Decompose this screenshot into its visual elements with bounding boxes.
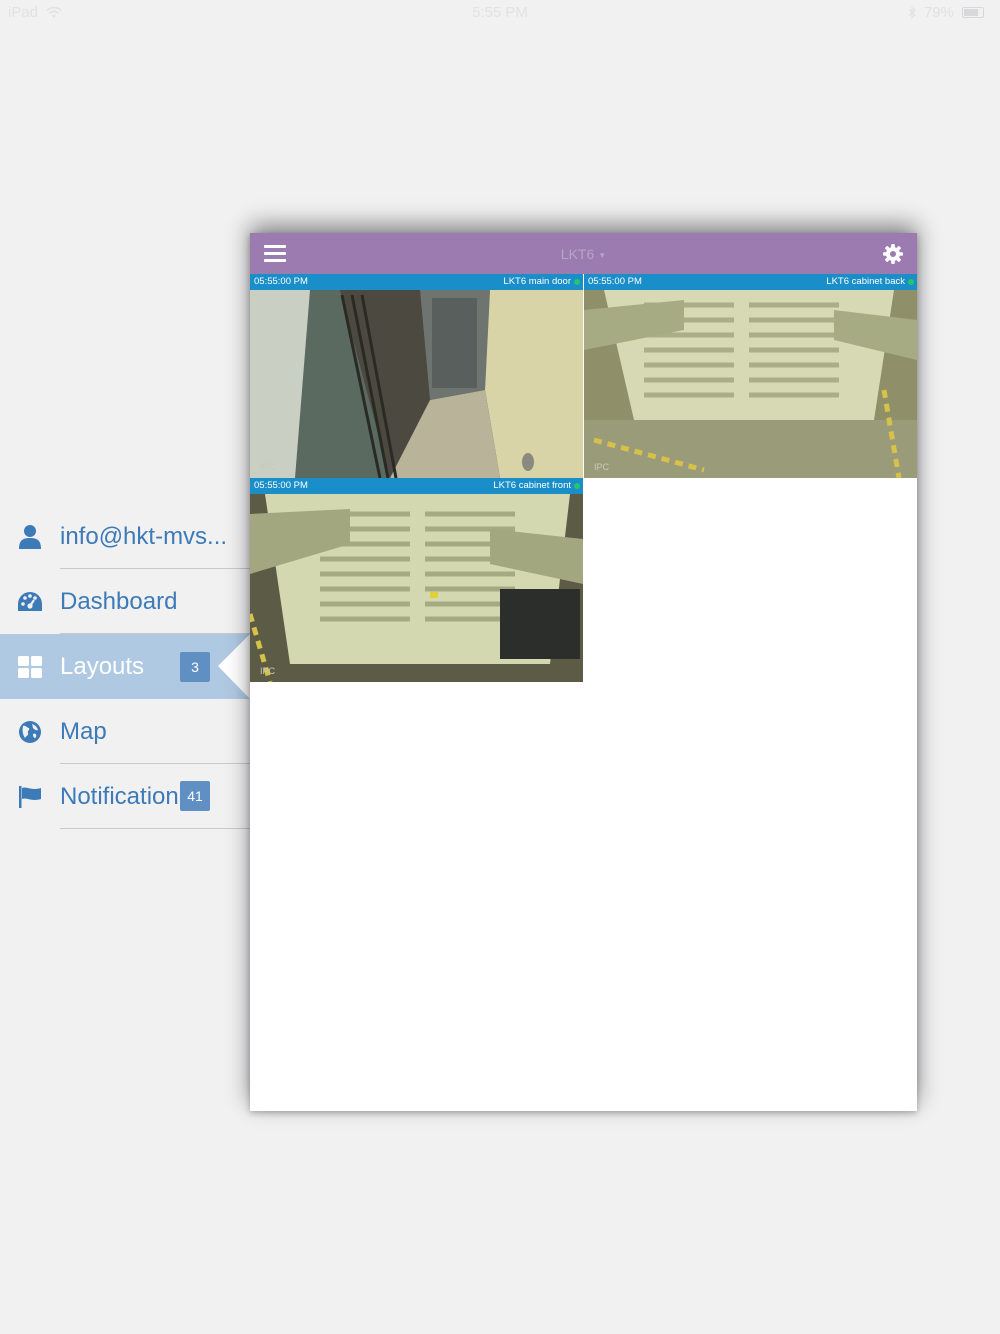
dashboard-icon (17, 589, 43, 615)
camera-video-feed (250, 494, 583, 682)
camera-name: LKT6 cabinet back (826, 276, 905, 287)
camera-overlay-label: IPC (260, 462, 276, 472)
panel-header: LKT6 ▼ (250, 233, 917, 274)
menu-item-label: Dashboard (60, 587, 178, 615)
camera-name: LKT6 cabinet front (493, 480, 571, 491)
menu-item-label: Notification (60, 782, 179, 810)
flag-icon (17, 784, 43, 810)
menu-item-dashboard[interactable]: Dashboard (0, 569, 250, 634)
camera-overlay-label: IPC (260, 666, 276, 676)
menu-item-map[interactable]: Map (0, 699, 250, 764)
online-status-dot (908, 279, 914, 285)
user-icon (17, 524, 43, 550)
menu-item-notification[interactable]: Notification 41 (0, 764, 250, 829)
online-status-dot (574, 279, 580, 285)
camera-overlay-label: IPC (594, 462, 610, 472)
status-time: 5:55 PM (472, 4, 528, 21)
camera-tile-main-door[interactable]: 05:55:00 PM LKT6 main door IPC (250, 274, 583, 478)
menu-divider (60, 828, 250, 829)
camera-video-feed (584, 290, 917, 478)
camera-video-feed (250, 290, 583, 478)
camera-tile-cabinet-front[interactable]: 05:55:00 PM LKT6 cabinet front IPC (250, 478, 583, 682)
side-menu: info@hkt-mvs... Dashboard Layouts 3 Map … (0, 504, 250, 829)
menu-item-layouts[interactable]: Layouts 3 (0, 634, 250, 699)
status-bar: iPad 5:55 PM 79% (0, 0, 1000, 26)
layout-title: LKT6 (560, 246, 595, 262)
camera-tile-cabinet-back[interactable]: 05:55:00 PM LKT6 cabinet back IPC (584, 274, 917, 478)
battery-percent: 79% (923, 4, 954, 21)
camera-timestamp: 05:55:00 PM (254, 480, 308, 491)
online-status-dot (574, 483, 580, 489)
grid-icon (17, 654, 43, 680)
camera-name: LKT6 main door (503, 276, 571, 287)
layout-title-dropdown[interactable]: LKT6 ▼ (250, 246, 917, 262)
layouts-count-badge: 3 (180, 652, 210, 682)
camera-timestamp: 05:55:00 PM (588, 276, 642, 287)
menu-item-label: info@hkt-mvs... (60, 522, 228, 550)
active-indicator (218, 634, 250, 699)
chevron-down-icon: ▼ (598, 250, 607, 260)
notification-count-badge: 41 (180, 781, 210, 811)
battery-icon (962, 7, 984, 18)
bluetooth-icon (908, 6, 916, 19)
gear-icon[interactable] (883, 244, 903, 264)
camera-info-bar: 05:55:00 PM LKT6 cabinet front (250, 478, 583, 494)
layout-panel: LKT6 ▼ 05:55:00 PM LKT6 main door IPC 05… (250, 233, 917, 1111)
menu-item-label: Map (60, 717, 107, 745)
menu-item-label: Layouts (60, 652, 145, 680)
camera-info-bar: 05:55:00 PM LKT6 main door (250, 274, 583, 290)
camera-timestamp: 05:55:00 PM (254, 276, 308, 287)
camera-info-bar: 05:55:00 PM LKT6 cabinet back (584, 274, 917, 290)
menu-item-account[interactable]: info@hkt-mvs... (0, 504, 250, 569)
globe-icon (17, 719, 43, 745)
